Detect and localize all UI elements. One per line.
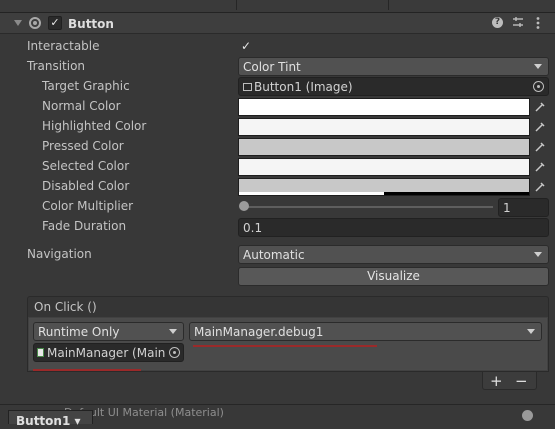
alpha-bar-black: [384, 192, 529, 195]
object-underline: [33, 369, 141, 371]
onclick-title: On Click (): [34, 300, 97, 314]
remove-button[interactable]: −: [515, 373, 528, 389]
transition-dropdown[interactable]: Color Tint: [238, 57, 549, 76]
top-strip: [0, 0, 555, 12]
runtime-dropdown[interactable]: Runtime Only: [33, 322, 184, 341]
target-object-field[interactable]: MainManager (Main: [33, 343, 184, 362]
onclick-header: On Click (): [27, 296, 549, 318]
target-graphic-value: Button1 (Image): [254, 80, 353, 94]
interactable-checkbox[interactable]: ✓: [239, 39, 253, 53]
alpha-bar-white: [239, 192, 384, 195]
add-button[interactable]: +: [490, 373, 503, 389]
footer-help-icon[interactable]: [522, 410, 533, 421]
runtime-value: Runtime Only: [38, 325, 120, 339]
foldout-arrow-icon[interactable]: [14, 20, 22, 26]
highlighted-color-swatch[interactable]: [238, 118, 530, 136]
navigation-value: Automatic: [243, 248, 305, 262]
visualize-label: Visualize: [367, 269, 420, 283]
slider-thumb[interactable]: [239, 201, 249, 211]
normal-color-swatch[interactable]: [238, 98, 530, 116]
fade-duration-field[interactable]: 0.1: [238, 218, 549, 237]
navigation-dropdown[interactable]: Automatic: [238, 245, 549, 264]
footer-tab-label: Button1 ▾: [16, 414, 81, 428]
color-multiplier-label: Color Multiplier: [42, 199, 134, 213]
function-value: MainManager.debug1: [194, 325, 324, 339]
chevron-down-icon: [534, 252, 542, 257]
eyedropper-icon[interactable]: [531, 158, 549, 176]
function-dropdown[interactable]: MainManager.debug1: [189, 322, 542, 341]
preset-icon[interactable]: [512, 16, 524, 28]
target-object-value: MainManager (Main: [47, 346, 166, 360]
chevron-down-icon: [534, 64, 542, 69]
component-header[interactable]: ✓ Button ?: [0, 12, 555, 34]
chevron-down-icon: [169, 329, 177, 334]
object-picker-icon[interactable]: [533, 81, 544, 92]
context-menu-icon[interactable]: [535, 16, 541, 30]
highlighted-color-label: Highlighted Color: [42, 119, 147, 133]
disabled-color-swatch[interactable]: [238, 178, 530, 196]
color-multiplier-value: 1: [503, 201, 511, 215]
disabled-color-label: Disabled Color: [42, 179, 130, 193]
fade-duration-value: 0.1: [243, 221, 263, 235]
normal-color-label: Normal Color: [42, 99, 121, 113]
color-multiplier-field[interactable]: 1: [498, 198, 549, 217]
pressed-color-swatch[interactable]: [238, 138, 530, 156]
target-graphic-field[interactable]: Button1 (Image): [238, 77, 549, 96]
eyedropper-icon[interactable]: [531, 138, 549, 156]
function-underline: [193, 345, 377, 347]
top-divider-right: [388, 0, 389, 10]
eyedropper-icon[interactable]: [531, 118, 549, 136]
selected-color-swatch[interactable]: [238, 158, 530, 176]
component-title: Button: [68, 17, 114, 31]
component-icon: [29, 17, 41, 29]
chevron-down-icon: [527, 329, 535, 334]
eyedropper-icon[interactable]: [531, 98, 549, 116]
pressed-color-label: Pressed Color: [42, 139, 124, 153]
help-icon[interactable]: ?: [492, 17, 503, 28]
script-icon: [37, 348, 44, 357]
visualize-button[interactable]: Visualize: [238, 267, 549, 286]
navigation-label: Navigation: [27, 247, 92, 261]
fade-duration-label: Fade Duration: [42, 219, 127, 233]
image-icon: [243, 82, 252, 91]
object-picker-icon[interactable]: [169, 347, 180, 358]
enabled-checkbox[interactable]: ✓: [48, 16, 62, 30]
slider-track[interactable]: [243, 206, 493, 208]
transition-value: Color Tint: [243, 60, 301, 74]
interactable-label: Interactable: [27, 39, 100, 53]
top-divider-left: [236, 0, 237, 10]
transition-label: Transition: [27, 59, 86, 73]
eyedropper-icon[interactable]: [531, 178, 549, 196]
selected-color-label: Selected Color: [42, 159, 130, 173]
target-graphic-label: Target Graphic: [42, 79, 130, 93]
